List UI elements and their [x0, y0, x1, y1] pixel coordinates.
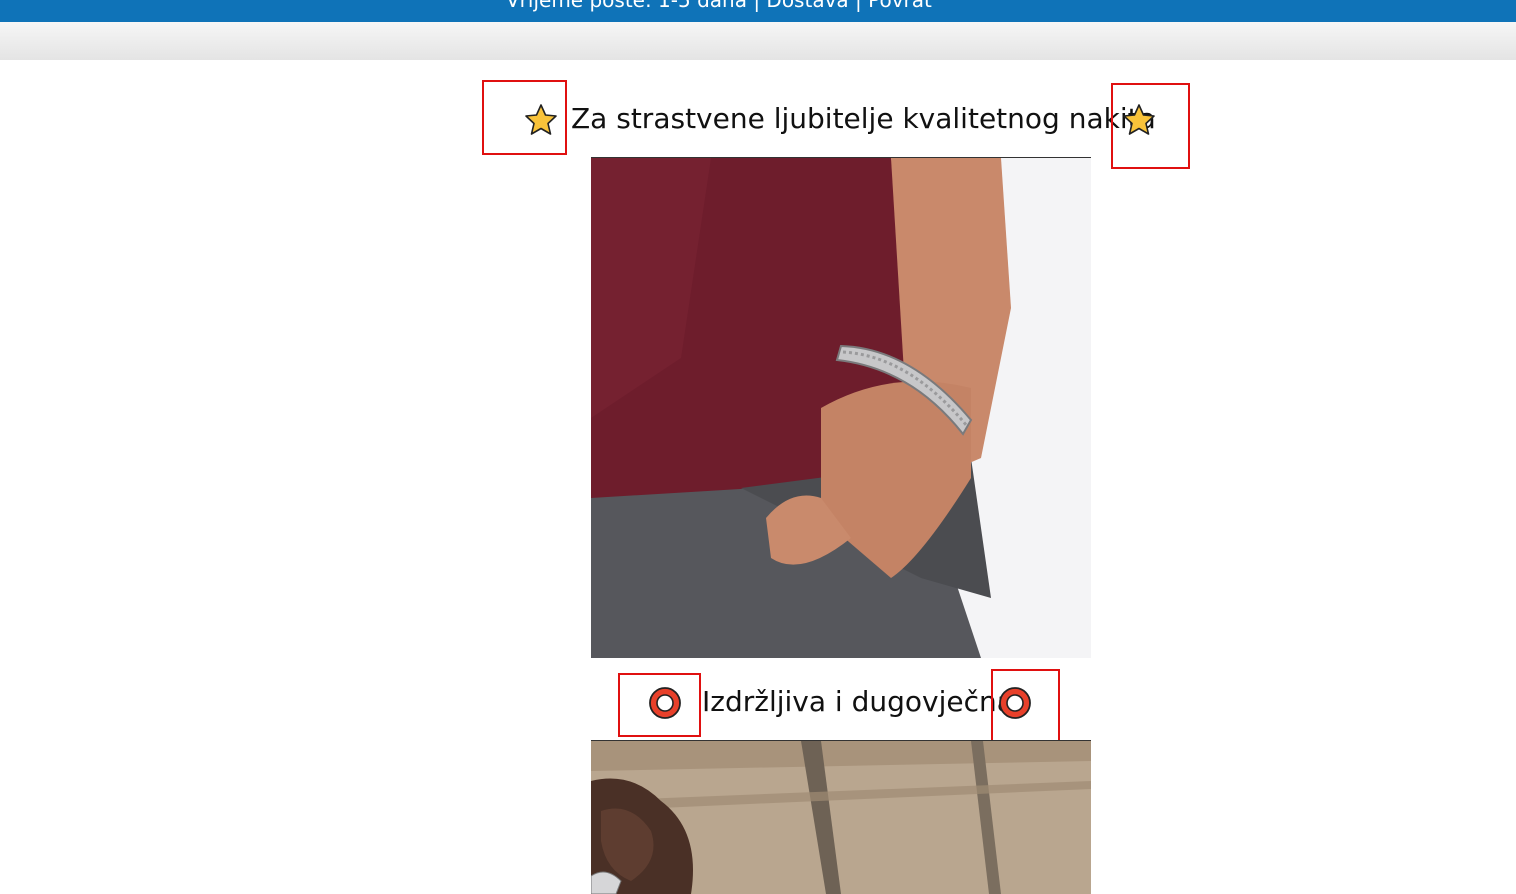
section-title: Izdržljiva i dugovječna	[702, 685, 1014, 718]
man-wearing-silver-chain-bracelet-photo	[591, 157, 1091, 658]
top-banner-text: Vrijeme pošte: 1-5 dana | Dostava | Povr…	[506, 0, 932, 12]
nav-bar	[0, 22, 1516, 60]
red-ring-icon	[997, 685, 1033, 721]
red-ring-icon	[647, 685, 683, 721]
top-banner: Vrijeme pošte: 1-5 dana | Dostava | Povr…	[0, 0, 1516, 22]
star-icon	[1121, 102, 1157, 138]
section-title: Za strastvene ljubitelje kvalitetnog nak…	[571, 102, 1156, 135]
star-icon	[523, 102, 559, 138]
bracelet-on-wood-photo	[591, 740, 1091, 894]
